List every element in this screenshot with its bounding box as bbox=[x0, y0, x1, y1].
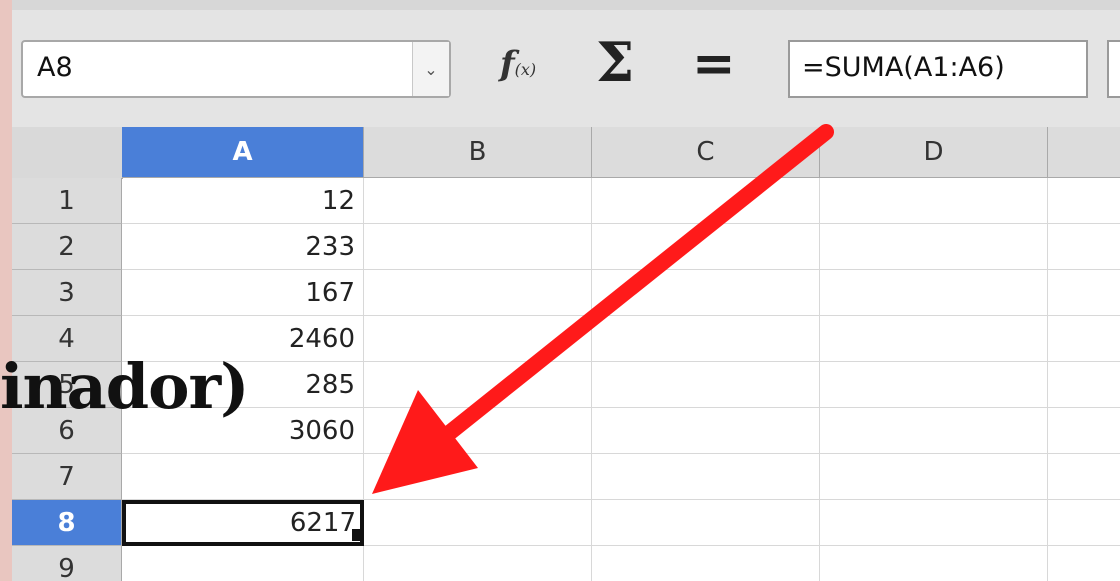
row-header[interactable]: 9 bbox=[12, 546, 122, 581]
cell[interactable] bbox=[1048, 546, 1120, 581]
row-header[interactable]: 7 bbox=[12, 454, 122, 500]
table-row: 3 167 bbox=[12, 270, 1120, 316]
formula-input[interactable]: =SUMA(A1:A6) bbox=[788, 40, 1088, 98]
cell[interactable]: 12 bbox=[122, 178, 364, 224]
cell[interactable] bbox=[1048, 500, 1120, 546]
spreadsheet-window: A8 ⌄ f(x) Σ = =SUMA(A1:A6) A B C D 1 12 2 2… bbox=[12, 0, 1120, 581]
cell[interactable] bbox=[820, 224, 1048, 270]
cell[interactable] bbox=[592, 224, 820, 270]
table-row: 2 233 bbox=[12, 224, 1120, 270]
cell[interactable] bbox=[364, 224, 592, 270]
cell[interactable] bbox=[820, 454, 1048, 500]
name-box-value: A8 bbox=[37, 52, 73, 83]
cell[interactable] bbox=[364, 178, 592, 224]
column-header-d[interactable]: D bbox=[820, 127, 1048, 178]
cell[interactable] bbox=[1048, 178, 1120, 224]
equals-icon[interactable]: = bbox=[692, 34, 736, 94]
cell[interactable] bbox=[592, 316, 820, 362]
cell[interactable] bbox=[122, 454, 364, 500]
cell[interactable] bbox=[820, 178, 1048, 224]
row-header[interactable]: 1 bbox=[12, 178, 122, 224]
column-header-b[interactable]: B bbox=[364, 127, 592, 178]
table-row: 8 6217 bbox=[12, 500, 1120, 546]
cell[interactable] bbox=[364, 408, 592, 454]
function-wizard-icon[interactable]: f(x) bbox=[500, 44, 536, 84]
cell[interactable] bbox=[592, 500, 820, 546]
cell[interactable] bbox=[820, 546, 1048, 581]
toolbar-top-strip bbox=[12, 0, 1120, 10]
name-box[interactable]: A8 ⌄ bbox=[21, 40, 451, 98]
cell[interactable] bbox=[820, 408, 1048, 454]
cell[interactable] bbox=[364, 454, 592, 500]
cell[interactable] bbox=[820, 270, 1048, 316]
cell[interactable] bbox=[364, 270, 592, 316]
row-header[interactable]: 8 bbox=[12, 500, 122, 546]
cell[interactable] bbox=[592, 270, 820, 316]
table-row: 9 bbox=[12, 546, 1120, 581]
column-header-row: A B C D bbox=[12, 127, 1120, 179]
cell[interactable]: 167 bbox=[122, 270, 364, 316]
cell[interactable] bbox=[592, 408, 820, 454]
chevron-down-icon[interactable]: ⌄ bbox=[412, 42, 449, 96]
cell[interactable] bbox=[364, 362, 592, 408]
cell[interactable] bbox=[820, 362, 1048, 408]
cell[interactable] bbox=[592, 454, 820, 500]
row-header[interactable]: 3 bbox=[12, 270, 122, 316]
sum-icon[interactable]: Σ bbox=[596, 30, 634, 94]
cell[interactable] bbox=[1048, 362, 1120, 408]
fill-handle[interactable] bbox=[352, 529, 364, 541]
cell[interactable] bbox=[122, 546, 364, 581]
cell[interactable] bbox=[592, 362, 820, 408]
cell[interactable] bbox=[1048, 316, 1120, 362]
formula-toolbar: A8 ⌄ f(x) Σ = =SUMA(A1:A6) bbox=[12, 0, 1120, 128]
cell[interactable] bbox=[592, 178, 820, 224]
cell[interactable] bbox=[1048, 224, 1120, 270]
cell[interactable] bbox=[1048, 270, 1120, 316]
overlay-caption-text: inador) bbox=[0, 350, 250, 423]
column-header-c[interactable]: C bbox=[592, 127, 820, 178]
cell[interactable] bbox=[820, 500, 1048, 546]
selected-cell[interactable]: 6217 bbox=[122, 500, 364, 546]
cell[interactable] bbox=[820, 316, 1048, 362]
column-header-a[interactable]: A bbox=[122, 127, 364, 178]
cell[interactable] bbox=[592, 546, 820, 581]
table-row: 1 12 bbox=[12, 178, 1120, 224]
cell[interactable]: 233 bbox=[122, 224, 364, 270]
cell[interactable] bbox=[1048, 408, 1120, 454]
column-header-e[interactable] bbox=[1048, 127, 1120, 178]
formula-input-extension bbox=[1107, 40, 1120, 98]
cell[interactable] bbox=[364, 500, 592, 546]
cell[interactable] bbox=[1048, 454, 1120, 500]
table-row: 7 bbox=[12, 454, 1120, 500]
select-all-corner[interactable] bbox=[12, 127, 123, 179]
row-header[interactable]: 2 bbox=[12, 224, 122, 270]
cell[interactable] bbox=[364, 316, 592, 362]
cell[interactable] bbox=[364, 546, 592, 581]
